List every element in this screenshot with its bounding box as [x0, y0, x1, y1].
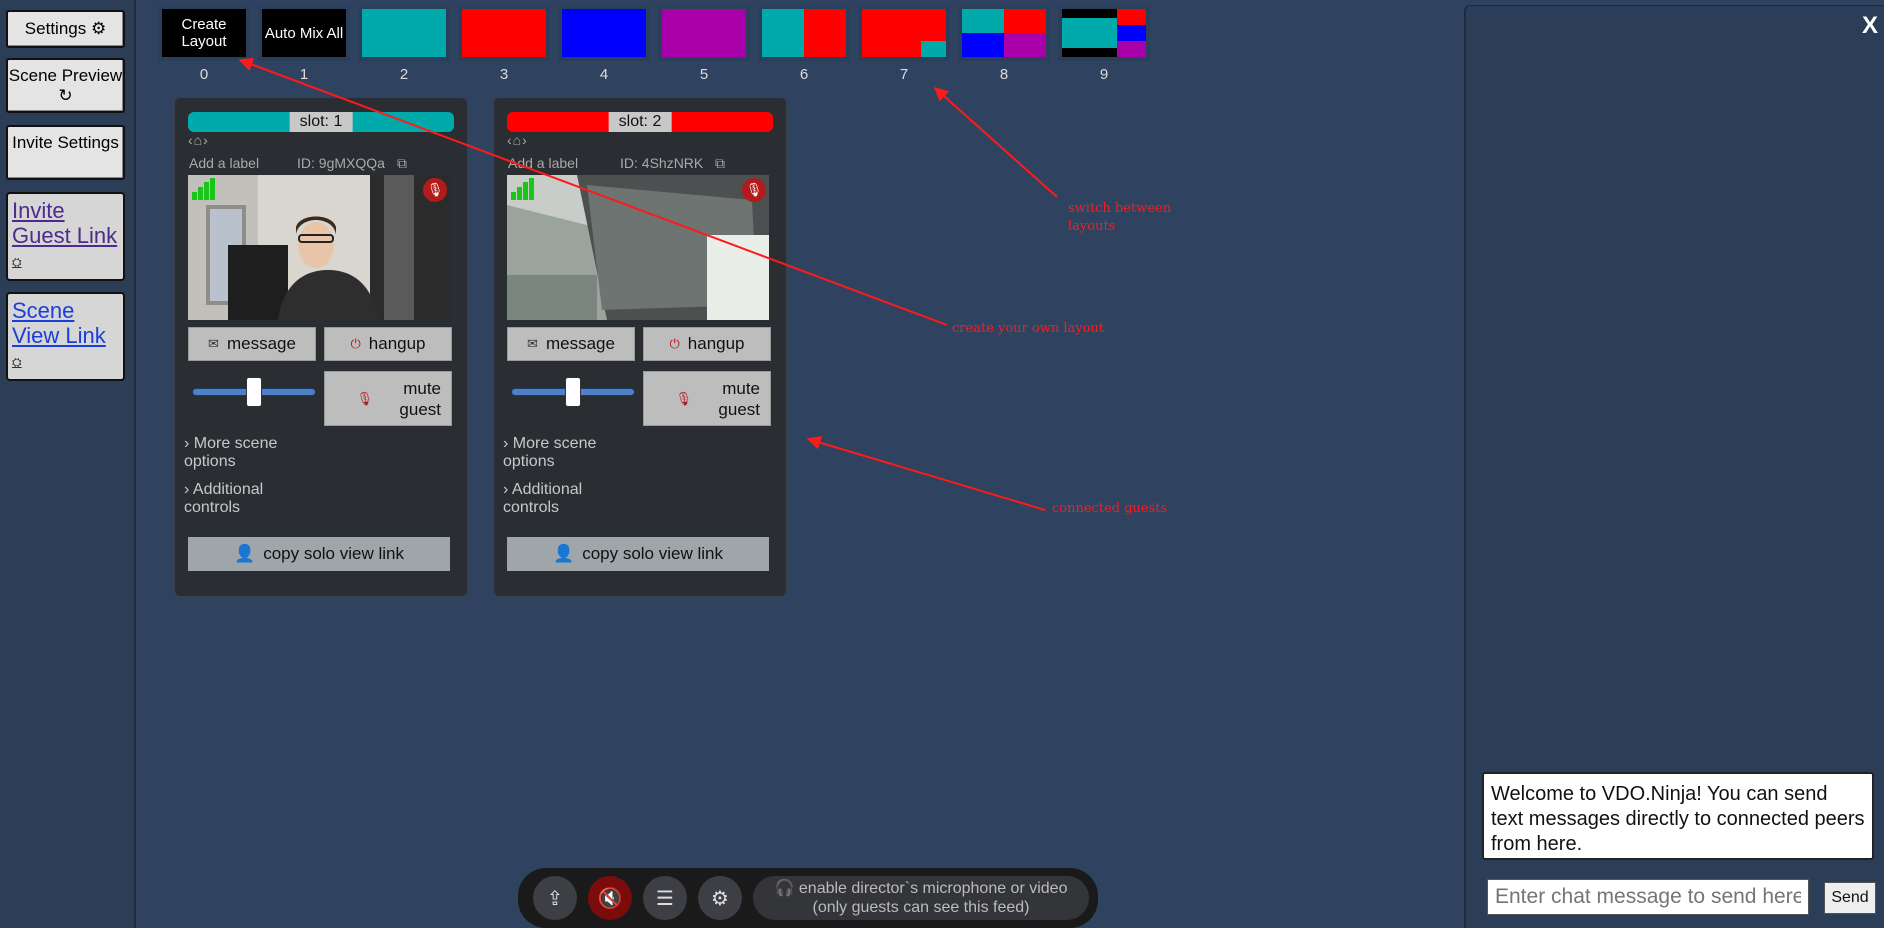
arrow-connected-guests — [806, 435, 1046, 511]
annotation-connected-guests: connected guests — [1052, 501, 1168, 516]
annotation-switch-layouts: switch between layouts — [1068, 201, 1172, 234]
upload-file-icon[interactable]: ⇪ — [533, 876, 577, 920]
close-icon[interactable]: X — [1862, 12, 1878, 40]
headset-icon: 🎧 — [774, 880, 799, 897]
arrow-switch-layouts — [933, 87, 1058, 198]
mic-text-line-2: (only guests can see this feed) — [812, 899, 1030, 916]
director-toolbar: ⇪ 🔇 ☰ ⚙ 🎧 enable director`s microphone o… — [518, 868, 1098, 928]
arrow-create-layout — [238, 57, 948, 326]
speaker-muted-icon[interactable]: 🔇 — [588, 876, 632, 920]
chat-panel: X Welcome to VDO.Ninja! You can send tex… — [1464, 5, 1884, 928]
chat-input[interactable] — [1487, 879, 1809, 915]
layout-list-icon[interactable]: ☰ — [643, 876, 687, 920]
enable-director-mic-button[interactable]: 🎧 enable director`s microphone or video … — [753, 876, 1089, 920]
guests-settings-icon[interactable]: ⚙ — [698, 876, 742, 920]
send-button[interactable]: Send — [1824, 882, 1876, 914]
chat-welcome-message: Welcome to VDO.Ninja! You can send text … — [1482, 772, 1874, 860]
mic-text-line-1: enable director`s microphone or video — [798, 880, 1068, 897]
annotation-create-layout: create your own layout — [952, 321, 1105, 336]
